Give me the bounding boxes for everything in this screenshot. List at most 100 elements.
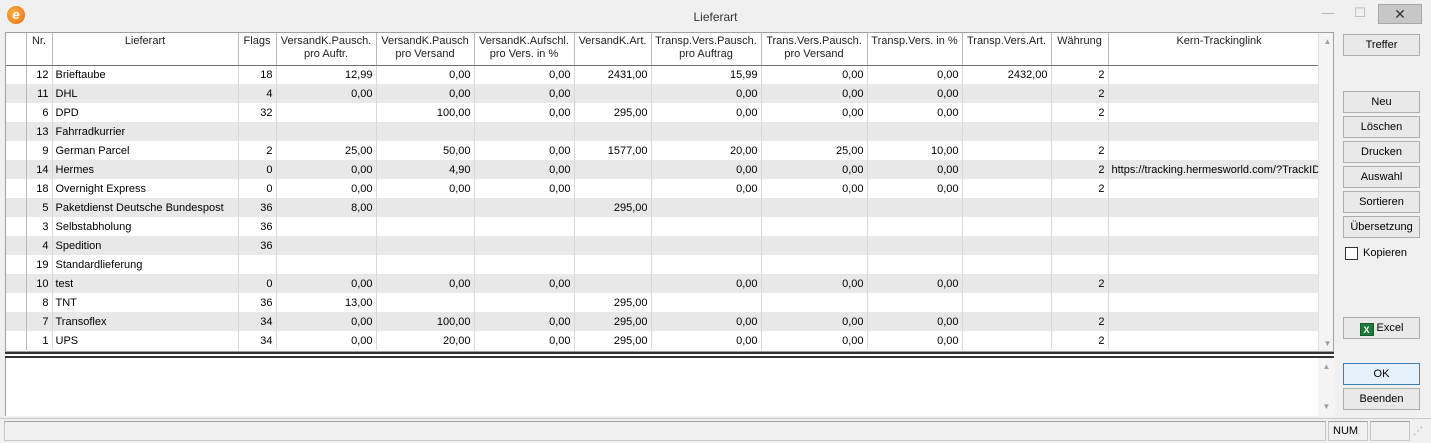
- cell-vauf[interactable]: 0,00: [474, 141, 575, 160]
- cell-nr[interactable]: 3: [26, 217, 53, 236]
- cell-tp[interactable]: [867, 255, 963, 274]
- resize-grip-icon[interactable]: ⋰: [1413, 425, 1427, 439]
- cell-wae[interactable]: 2: [1051, 160, 1109, 179]
- cell-link[interactable]: [1108, 141, 1331, 160]
- cell-wae[interactable]: 2: [1051, 141, 1109, 160]
- cell-tart[interactable]: [962, 274, 1052, 293]
- cell-tpa[interactable]: 15,99: [651, 65, 762, 84]
- cell-link[interactable]: [1108, 312, 1331, 331]
- cell-name[interactable]: DHL: [52, 84, 239, 103]
- cell-tpv[interactable]: 0,00: [761, 65, 868, 84]
- cell-nr[interactable]: 5: [26, 198, 53, 217]
- cell-vart[interactable]: 295,00: [574, 331, 652, 350]
- cell-link[interactable]: [1108, 217, 1331, 236]
- cell-tp[interactable]: [867, 236, 963, 255]
- cell-va[interactable]: 0,00: [276, 312, 377, 331]
- cell-vauf[interactable]: 0,00: [474, 179, 575, 198]
- cell-vv[interactable]: 0,00: [376, 65, 475, 84]
- cell-va[interactable]: [276, 236, 377, 255]
- cell-name[interactable]: Fahrradkurrier: [52, 122, 239, 141]
- cell-tpv[interactable]: 0,00: [761, 274, 868, 293]
- table-row[interactable]: 8 TNT 36 13,00 295,00: [6, 293, 1331, 312]
- table-row[interactable]: 3 Selbstabholung 36: [6, 217, 1331, 236]
- cell-link[interactable]: [1108, 198, 1331, 217]
- translation-button[interactable]: Übersetzung: [1343, 216, 1420, 238]
- grid-vertical-scrollbar[interactable]: ▲ ▼: [1318, 33, 1333, 351]
- cell-flags[interactable]: 34: [238, 312, 277, 331]
- exit-button[interactable]: Beenden: [1343, 388, 1420, 410]
- cell-vart[interactable]: [574, 236, 652, 255]
- minimize-icon[interactable]: —: [1318, 4, 1338, 24]
- cell-tp[interactable]: 0,00: [867, 160, 963, 179]
- cell-link[interactable]: [1108, 236, 1331, 255]
- cell-name[interactable]: TNT: [52, 293, 239, 312]
- row-selector[interactable]: [6, 160, 27, 179]
- cell-wae[interactable]: 2: [1051, 312, 1109, 331]
- cell-nr[interactable]: 19: [26, 255, 53, 274]
- table-row[interactable]: 4 Spedition 36: [6, 236, 1331, 255]
- cell-tp[interactable]: [867, 198, 963, 217]
- cell-link[interactable]: https://tracking.hermesworld.com/?TrackI…: [1108, 160, 1331, 179]
- column-header-tpa[interactable]: Transp.Vers.Pausch. pro Auftrag: [651, 33, 762, 66]
- cell-link[interactable]: [1108, 122, 1331, 141]
- cell-va[interactable]: [276, 255, 377, 274]
- cell-name[interactable]: test: [52, 274, 239, 293]
- row-selector[interactable]: [6, 217, 27, 236]
- cell-tart[interactable]: [962, 160, 1052, 179]
- print-button[interactable]: Drucken: [1343, 141, 1420, 163]
- cell-nr[interactable]: 10: [26, 274, 53, 293]
- excel-button[interactable]: X Excel: [1343, 317, 1420, 339]
- column-header-tart[interactable]: Transp.Vers.Art.: [962, 33, 1052, 66]
- cell-link[interactable]: [1108, 274, 1331, 293]
- table-row[interactable]: 11 DHL 4 0,00 0,00 0,00 0,00 0,00 0,00 2: [6, 84, 1331, 103]
- cell-tpv[interactable]: 0,00: [761, 179, 868, 198]
- table-row[interactable]: 6 DPD 32 100,00 0,00 295,00 0,00 0,00 0,00 2: [6, 103, 1331, 122]
- cell-vart[interactable]: [574, 255, 652, 274]
- column-header-vart[interactable]: VersandK.Art.: [574, 33, 652, 66]
- cell-flags[interactable]: 0: [238, 160, 277, 179]
- cell-flags[interactable]: 2: [238, 141, 277, 160]
- cell-tpa[interactable]: [651, 217, 762, 236]
- cell-vart[interactable]: 295,00: [574, 312, 652, 331]
- cell-vauf[interactable]: 0,00: [474, 274, 575, 293]
- cell-name[interactable]: UPS: [52, 331, 239, 350]
- cell-vv[interactable]: 0,00: [376, 274, 475, 293]
- cell-tpa[interactable]: 0,00: [651, 179, 762, 198]
- cell-va[interactable]: [276, 217, 377, 236]
- cell-wae[interactable]: 2: [1051, 84, 1109, 103]
- cell-tp[interactable]: 0,00: [867, 84, 963, 103]
- cell-tpv[interactable]: [761, 122, 868, 141]
- cell-name[interactable]: Brieftaube: [52, 65, 239, 84]
- cell-flags[interactable]: 4: [238, 84, 277, 103]
- row-selector[interactable]: [6, 293, 27, 312]
- column-header-va[interactable]: VersandK.Pausch. pro Auftr.: [276, 33, 377, 66]
- cell-tp[interactable]: 0,00: [867, 103, 963, 122]
- close-button[interactable]: ✕: [1378, 4, 1422, 24]
- treffer-button[interactable]: Treffer: [1343, 34, 1420, 56]
- column-header-link[interactable]: Kern-Trackinglink: [1108, 33, 1331, 66]
- cell-flags[interactable]: 36: [238, 217, 277, 236]
- cell-tart[interactable]: [962, 312, 1052, 331]
- row-selector[interactable]: [6, 331, 27, 350]
- cell-vauf[interactable]: [474, 236, 575, 255]
- table-row[interactable]: 18 Overnight Express 0 0,00 0,00 0,00 0,00 0,00…: [6, 179, 1331, 198]
- cell-tp[interactable]: 0,00: [867, 274, 963, 293]
- cell-flags[interactable]: [238, 122, 277, 141]
- row-selector[interactable]: [6, 312, 27, 331]
- cell-tart[interactable]: [962, 84, 1052, 103]
- cell-va[interactable]: 13,00: [276, 293, 377, 312]
- cell-vart[interactable]: [574, 274, 652, 293]
- cell-flags[interactable]: 34: [238, 331, 277, 350]
- cell-tpv[interactable]: 0,00: [761, 103, 868, 122]
- cell-tpa[interactable]: 20,00: [651, 141, 762, 160]
- cell-tpv[interactable]: [761, 198, 868, 217]
- cell-flags[interactable]: 36: [238, 236, 277, 255]
- cell-tpa[interactable]: [651, 236, 762, 255]
- cell-flags[interactable]: 32: [238, 103, 277, 122]
- cell-tp[interactable]: 0,00: [867, 179, 963, 198]
- cell-tart[interactable]: [962, 103, 1052, 122]
- cell-link[interactable]: [1108, 255, 1331, 274]
- cell-va[interactable]: [276, 122, 377, 141]
- table-row[interactable]: 10 test 0 0,00 0,00 0,00 0,00 0,00 0,00 2: [6, 274, 1331, 293]
- cell-vv[interactable]: 100,00: [376, 312, 475, 331]
